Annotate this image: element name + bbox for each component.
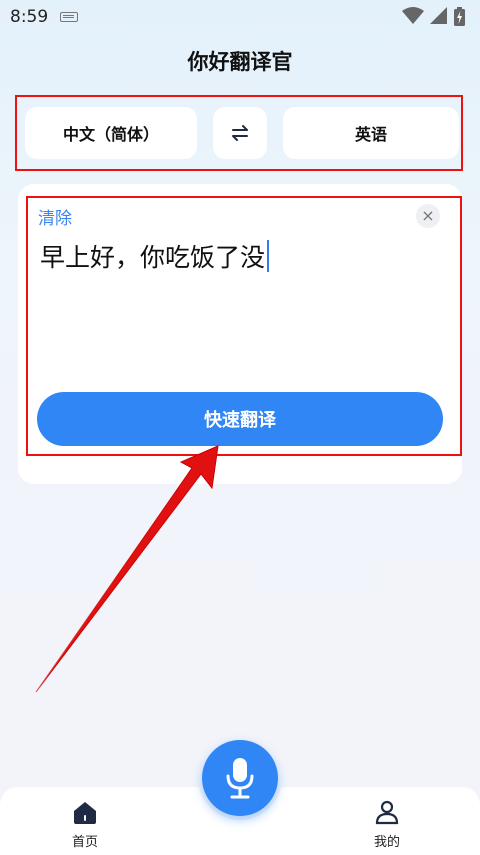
source-text: 早上好，你吃饭了没 — [40, 243, 266, 272]
keyboard-icon — [60, 12, 78, 22]
source-language-button[interactable]: 中文（简体） — [25, 107, 197, 159]
battery-icon — [454, 7, 465, 26]
user-icon — [375, 800, 399, 825]
status-bar: 8:59 — [0, 0, 480, 34]
wifi-icon — [402, 7, 424, 24]
source-text-input[interactable]: 早上好，你吃饭了没 — [40, 238, 270, 274]
status-time: 8:59 — [10, 7, 49, 27]
home-icon — [74, 802, 96, 824]
swap-icon — [232, 125, 248, 141]
app-title: 你好翻译官 — [187, 50, 293, 74]
swap-languages-button[interactable] — [213, 107, 267, 159]
nav-home-label: 首页 — [71, 835, 98, 850]
input-area: 清除 × 早上好，你吃饭了没 快速翻译 — [26, 196, 462, 456]
clear-button[interactable]: 清除 — [38, 204, 72, 229]
text-cursor — [267, 240, 270, 272]
signal-icon — [430, 7, 447, 24]
close-icon: × — [421, 206, 435, 225]
microphone-icon — [226, 758, 254, 799]
nav-mine-label: 我的 — [373, 835, 400, 850]
nav-home[interactable]: 首页 — [55, 797, 115, 853]
translate-button[interactable]: 快速翻译 — [37, 392, 443, 446]
language-bar: 中文（简体） 英语 — [15, 95, 463, 171]
voice-input-button[interactable] — [202, 740, 278, 816]
target-language-button[interactable]: 英语 — [283, 107, 459, 159]
close-button[interactable]: × — [416, 204, 440, 228]
nav-mine[interactable]: 我的 — [357, 797, 417, 853]
